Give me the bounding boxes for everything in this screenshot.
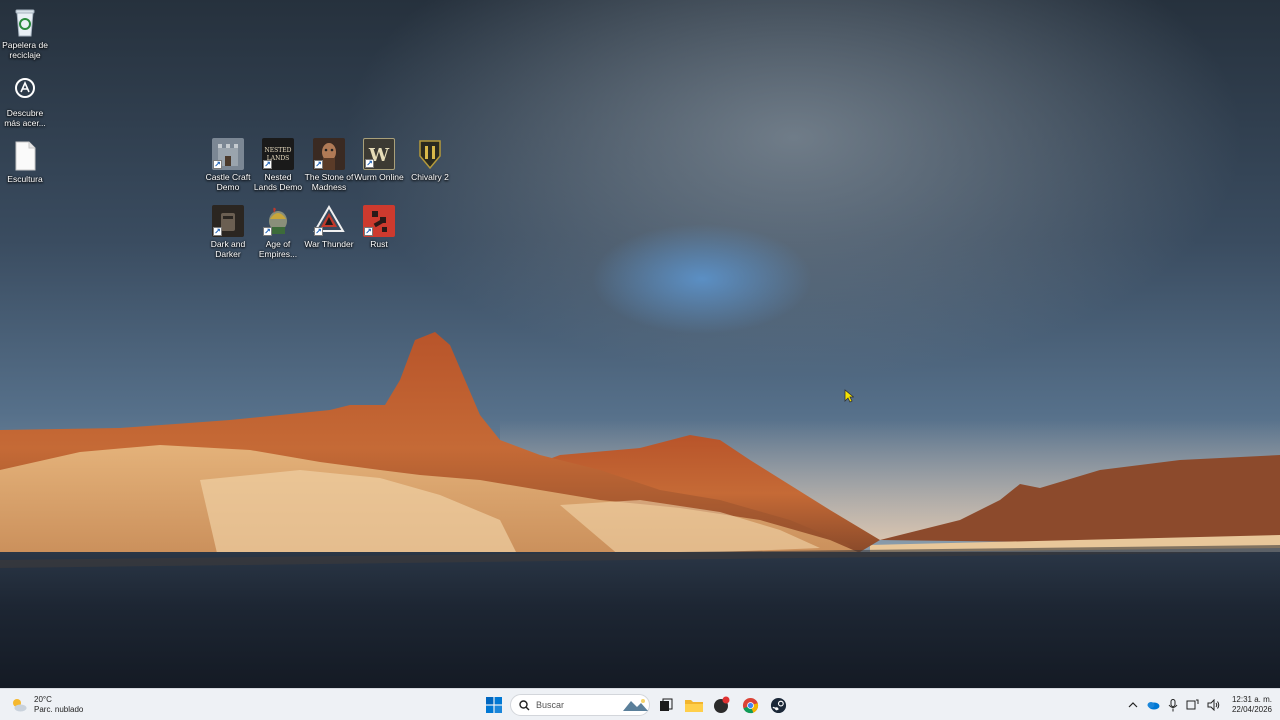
clock-time: 12:31 a. m. [1231, 695, 1272, 704]
desktop-shortcut-nested-lands[interactable]: NESTED LANDS ↗ Nested Lands Demo [253, 138, 303, 192]
desktop-icon-label: Dark and Darker [210, 239, 246, 259]
war-thunder-icon: ↗ [313, 205, 345, 237]
svg-text:NESTED: NESTED [265, 147, 292, 154]
desktop-icon-label: Chivalry 2 [411, 172, 449, 182]
desktop-icon-label: Nested Lands Demo [253, 172, 303, 192]
chevron-up-icon[interactable] [1128, 700, 1138, 710]
desktop-icon-label: Escultura [7, 174, 43, 184]
document-icon [9, 140, 41, 172]
desktop-shortcut-wurm-online[interactable]: W ↗ Wurm Online [354, 138, 404, 182]
volume-icon[interactable] [1207, 699, 1220, 711]
desktop-shortcut-chivalry-2[interactable]: Chivalry 2 [405, 138, 455, 182]
windows-logo-icon [486, 697, 502, 713]
desktop-icon-label: Papelera de reciclaje [2, 40, 48, 60]
desktop-wallpaper [0, 0, 1280, 688]
desktop-icon-label: Wurm Online [354, 172, 404, 182]
shortcut-arrow-icon: ↗ [213, 160, 222, 169]
search-icon [519, 699, 530, 710]
taskbar-clock[interactable]: 12:31 a. m. 22/04/2026 [1232, 695, 1272, 715]
chrome-button[interactable] [738, 693, 762, 717]
file-explorer-button[interactable] [682, 693, 706, 717]
folder-icon [685, 700, 703, 712]
age-of-empires-icon: ↗ [262, 205, 294, 237]
weather-temperature: 20°C [34, 695, 52, 704]
search-highlight-icon [623, 699, 648, 711]
chrome-icon [742, 697, 758, 713]
desktop-icon-label: War Thunder [304, 239, 354, 249]
weather-widget[interactable]: 20°C Parc. nublado [10, 693, 83, 717]
rust-icon: ↗ [363, 205, 395, 237]
app-badge-icon [714, 696, 730, 713]
shortcut-arrow-icon: ↗ [314, 160, 323, 169]
nested-lands-icon: NESTED LANDS ↗ [262, 138, 294, 170]
network-icon[interactable] [1186, 699, 1199, 711]
system-tray: 12:31 a. m. 22/04/2026 [1128, 691, 1272, 719]
desktop-icon-acer-discover[interactable]: Descubre más acer... [0, 74, 50, 128]
shortcut-arrow-icon: ↗ [314, 227, 323, 236]
task-view-icon [660, 698, 673, 711]
desktop-shortcut-dark-and-darker[interactable]: ↗ Dark and Darker [203, 205, 253, 259]
desktop-icon-label: The Stone of Madness [304, 172, 354, 192]
clock-date: 22/04/2026 [1231, 705, 1272, 714]
task-view-button[interactable] [654, 693, 678, 717]
castle-craft-icon: ↗ [212, 138, 244, 170]
desktop-shortcut-castle-craft[interactable]: ↗ Castle Craft Demo [203, 138, 253, 192]
desktop-shortcut-rust[interactable]: ↗ Rust [354, 205, 404, 249]
steam-button[interactable] [766, 693, 790, 717]
recycle-bin-icon [9, 6, 41, 38]
desktop-shortcut-stone-of-madness[interactable]: ↗ The Stone of Madness [304, 138, 354, 192]
desktop-icon-label: Age of Empires... [258, 239, 298, 259]
desktop-shortcut-war-thunder[interactable]: ↗ War Thunder [304, 205, 354, 249]
wurm-online-icon: W ↗ [363, 138, 395, 170]
dark-and-darker-icon: ↗ [212, 205, 244, 237]
search-placeholder: Buscar [536, 700, 565, 710]
microphone-icon[interactable] [1168, 698, 1178, 712]
shortcut-arrow-icon: ↗ [263, 160, 272, 169]
taskbar-center: Buscar [482, 693, 790, 717]
desktop-icon-label: Descubre más acer... [4, 108, 46, 128]
shortcut-arrow-icon: ↗ [365, 159, 374, 168]
dark-app-button[interactable] [710, 693, 734, 717]
partly-cloudy-icon [13, 699, 27, 712]
desktop-shortcut-age-of-empires[interactable]: ↗ Age of Empires... [253, 205, 303, 259]
mouse-cursor-icon [844, 389, 855, 408]
stone-of-madness-icon: ↗ [313, 138, 345, 170]
taskbar: 20°C Parc. nublado Buscar 12:31 a. m. 22… [0, 688, 1280, 720]
steam-icon [770, 697, 786, 713]
desktop-icon-label: Rust [370, 239, 388, 249]
shortcut-arrow-icon: ↗ [263, 227, 272, 236]
shortcut-arrow-icon: ↗ [364, 227, 373, 236]
start-button[interactable] [482, 693, 506, 717]
chivalry-2-icon [414, 138, 446, 170]
weather-description: Parc. nublado [34, 705, 84, 714]
desktop-icon-escultura[interactable]: Escultura [0, 140, 50, 184]
desktop-icon-label: Castle Craft Demo [205, 172, 251, 192]
onedrive-icon[interactable] [1146, 699, 1160, 711]
shortcut-arrow-icon: ↗ [213, 227, 222, 236]
acer-discover-icon [9, 74, 41, 106]
desktop-icon-recycle-bin[interactable]: Papelera de reciclaje [0, 6, 50, 60]
taskbar-search-box[interactable]: Buscar [510, 694, 650, 716]
